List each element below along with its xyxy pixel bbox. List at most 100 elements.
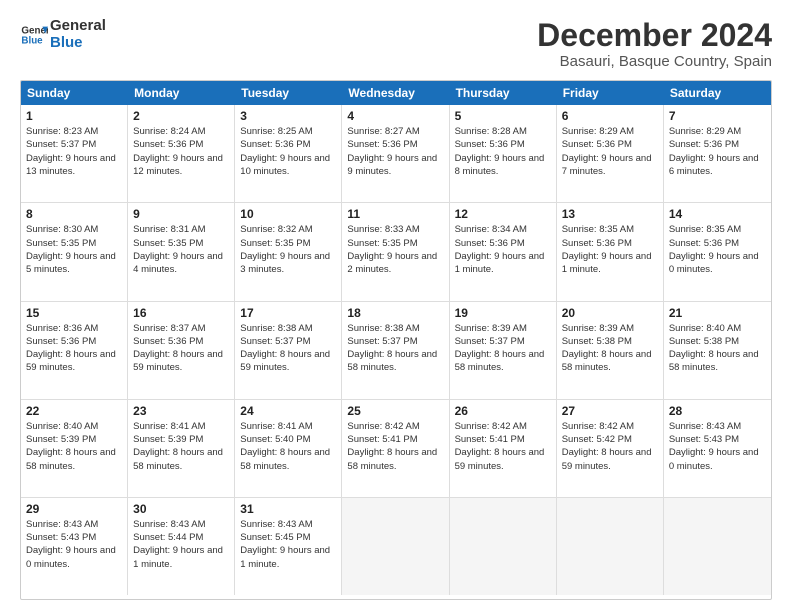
day-number: 27 [562,404,658,418]
calendar-cell: 29 Sunrise: 8:43 AMSunset: 5:43 PMDayligh… [21,498,128,595]
day-info: Sunrise: 8:43 AMSunset: 5:43 PMDaylight:… [26,518,122,571]
day-number: 30 [133,502,229,516]
day-number: 28 [669,404,766,418]
day-info: Sunrise: 8:24 AMSunset: 5:36 PMDaylight:… [133,125,229,178]
calendar-cell: 16 Sunrise: 8:37 AMSunset: 5:36 PMDayligh… [128,302,235,399]
calendar-row: 29 Sunrise: 8:43 AMSunset: 5:43 PMDayligh… [21,498,771,595]
calendar-cell: 19 Sunrise: 8:39 AMSunset: 5:37 PMDayligh… [450,302,557,399]
calendar-cell: 11Sunrise: 8:33 AMSunset: 5:35 PMDayligh… [342,203,449,300]
day-number: 25 [347,404,443,418]
subtitle: Basauri, Basque Country, Spain [537,53,772,70]
calendar-cell: 10Sunrise: 8:32 AMSunset: 5:35 PMDayligh… [235,203,342,300]
logo-line1: General [50,18,106,35]
header-day: Saturday [664,81,771,105]
header-day: Wednesday [342,81,449,105]
day-number: 29 [26,502,122,516]
day-number: 26 [455,404,551,418]
title-block: December 2024 Basauri, Basque Country, S… [537,18,772,70]
header-day: Monday [128,81,235,105]
day-number: 20 [562,306,658,320]
calendar-cell: 21 Sunrise: 8:40 AMSunset: 5:38 PMDayligh… [664,302,771,399]
calendar-row: 22 Sunrise: 8:40 AMSunset: 5:39 PMDayligh… [21,400,771,498]
calendar-cell: 31Sunrise: 8:43 AMSunset: 5:45 PMDayligh… [235,498,342,595]
day-info: Sunrise: 8:23 AMSunset: 5:37 PMDaylight:… [26,125,122,178]
day-info: Sunrise: 8:42 AMSunset: 5:41 PMDaylight:… [455,420,551,473]
day-info: Sunrise: 8:43 AMSunset: 5:44 PMDaylight:… [133,518,229,571]
day-number: 23 [133,404,229,418]
day-number: 3 [240,109,336,123]
day-info: Sunrise: 8:41 AMSunset: 5:39 PMDaylight:… [133,420,229,473]
page: General Blue General Blue December 2024 … [0,0,792,612]
calendar-cell: 26 Sunrise: 8:42 AMSunset: 5:41 PMDayligh… [450,400,557,497]
day-number: 14 [669,207,766,221]
calendar-cell: 14 Sunrise: 8:35 AMSunset: 5:36 PMDayligh… [664,203,771,300]
day-info: Sunrise: 8:43 AMSunset: 5:45 PMDaylight:… [240,518,336,571]
day-number: 10 [240,207,336,221]
day-number: 9 [133,207,229,221]
calendar-cell [342,498,449,595]
day-info: Sunrise: 8:35 AMSunset: 5:36 PMDaylight:… [669,223,766,276]
day-info: Sunrise: 8:29 AMSunset: 5:36 PMDaylight:… [562,125,658,178]
day-number: 6 [562,109,658,123]
day-info: Sunrise: 8:40 AMSunset: 5:38 PMDaylight:… [669,322,766,375]
calendar-cell: 12 Sunrise: 8:34 AMSunset: 5:36 PMDayligh… [450,203,557,300]
day-info: Sunrise: 8:40 AMSunset: 5:39 PMDaylight:… [26,420,122,473]
day-number: 4 [347,109,443,123]
calendar-cell: 30 Sunrise: 8:43 AMSunset: 5:44 PMDayligh… [128,498,235,595]
calendar-cell: 28 Sunrise: 8:43 AMSunset: 5:43 PMDayligh… [664,400,771,497]
day-number: 12 [455,207,551,221]
calendar-cell: 3 Sunrise: 8:25 AMSunset: 5:36 PMDaylight… [235,105,342,202]
day-info: Sunrise: 8:43 AMSunset: 5:43 PMDaylight:… [669,420,766,473]
day-info: Sunrise: 8:39 AMSunset: 5:37 PMDaylight:… [455,322,551,375]
calendar-cell: 2 Sunrise: 8:24 AMSunset: 5:36 PMDaylight… [128,105,235,202]
calendar-row: 8 Sunrise: 8:30 AMSunset: 5:35 PMDaylight… [21,203,771,301]
calendar-cell: 6 Sunrise: 8:29 AMSunset: 5:36 PMDaylight… [557,105,664,202]
day-number: 22 [26,404,122,418]
day-number: 11 [347,207,443,221]
calendar-cell: 1Sunrise: 8:23 AMSunset: 5:37 PMDaylight… [21,105,128,202]
day-info: Sunrise: 8:37 AMSunset: 5:36 PMDaylight:… [133,322,229,375]
calendar-row: 15Sunrise: 8:36 AMSunset: 5:36 PMDayligh… [21,302,771,400]
calendar-cell: 24Sunrise: 8:41 AMSunset: 5:40 PMDayligh… [235,400,342,497]
header-day: Friday [557,81,664,105]
day-number: 21 [669,306,766,320]
day-info: Sunrise: 8:34 AMSunset: 5:36 PMDaylight:… [455,223,551,276]
calendar-cell: 4Sunrise: 8:27 AMSunset: 5:36 PMDaylight… [342,105,449,202]
day-info: Sunrise: 8:28 AMSunset: 5:36 PMDaylight:… [455,125,551,178]
header-day: Tuesday [235,81,342,105]
calendar-cell: 13Sunrise: 8:35 AMSunset: 5:36 PMDayligh… [557,203,664,300]
day-info: Sunrise: 8:30 AMSunset: 5:35 PMDaylight:… [26,223,122,276]
day-number: 8 [26,207,122,221]
logo-line2: Blue [50,35,106,52]
day-number: 16 [133,306,229,320]
day-info: Sunrise: 8:25 AMSunset: 5:36 PMDaylight:… [240,125,336,178]
calendar: SundayMondayTuesdayWednesdayThursdayFrid… [20,80,772,600]
header: General Blue General Blue December 2024 … [20,18,772,70]
logo-icon: General Blue [20,21,48,49]
day-info: Sunrise: 8:38 AMSunset: 5:37 PMDaylight:… [240,322,336,375]
calendar-cell: 18Sunrise: 8:38 AMSunset: 5:37 PMDayligh… [342,302,449,399]
day-number: 7 [669,109,766,123]
calendar-cell [557,498,664,595]
day-number: 13 [562,207,658,221]
day-number: 2 [133,109,229,123]
svg-text:Blue: Blue [21,35,43,46]
day-number: 19 [455,306,551,320]
day-number: 17 [240,306,336,320]
day-number: 15 [26,306,122,320]
calendar-cell [450,498,557,595]
calendar-cell: 25 Sunrise: 8:42 AMSunset: 5:41 PMDayligh… [342,400,449,497]
day-info: Sunrise: 8:38 AMSunset: 5:37 PMDaylight:… [347,322,443,375]
header-day: Sunday [21,81,128,105]
day-info: Sunrise: 8:29 AMSunset: 5:36 PMDaylight:… [669,125,766,178]
calendar-header: SundayMondayTuesdayWednesdayThursdayFrid… [21,81,771,105]
calendar-cell: 5Sunrise: 8:28 AMSunset: 5:36 PMDaylight… [450,105,557,202]
day-info: Sunrise: 8:42 AMSunset: 5:41 PMDaylight:… [347,420,443,473]
calendar-cell: 23 Sunrise: 8:41 AMSunset: 5:39 PMDayligh… [128,400,235,497]
calendar-cell: 22 Sunrise: 8:40 AMSunset: 5:39 PMDayligh… [21,400,128,497]
day-info: Sunrise: 8:42 AMSunset: 5:42 PMDaylight:… [562,420,658,473]
calendar-cell [664,498,771,595]
calendar-cell: 17 Sunrise: 8:38 AMSunset: 5:37 PMDayligh… [235,302,342,399]
calendar-cell: 15Sunrise: 8:36 AMSunset: 5:36 PMDayligh… [21,302,128,399]
main-title: December 2024 [537,18,772,53]
